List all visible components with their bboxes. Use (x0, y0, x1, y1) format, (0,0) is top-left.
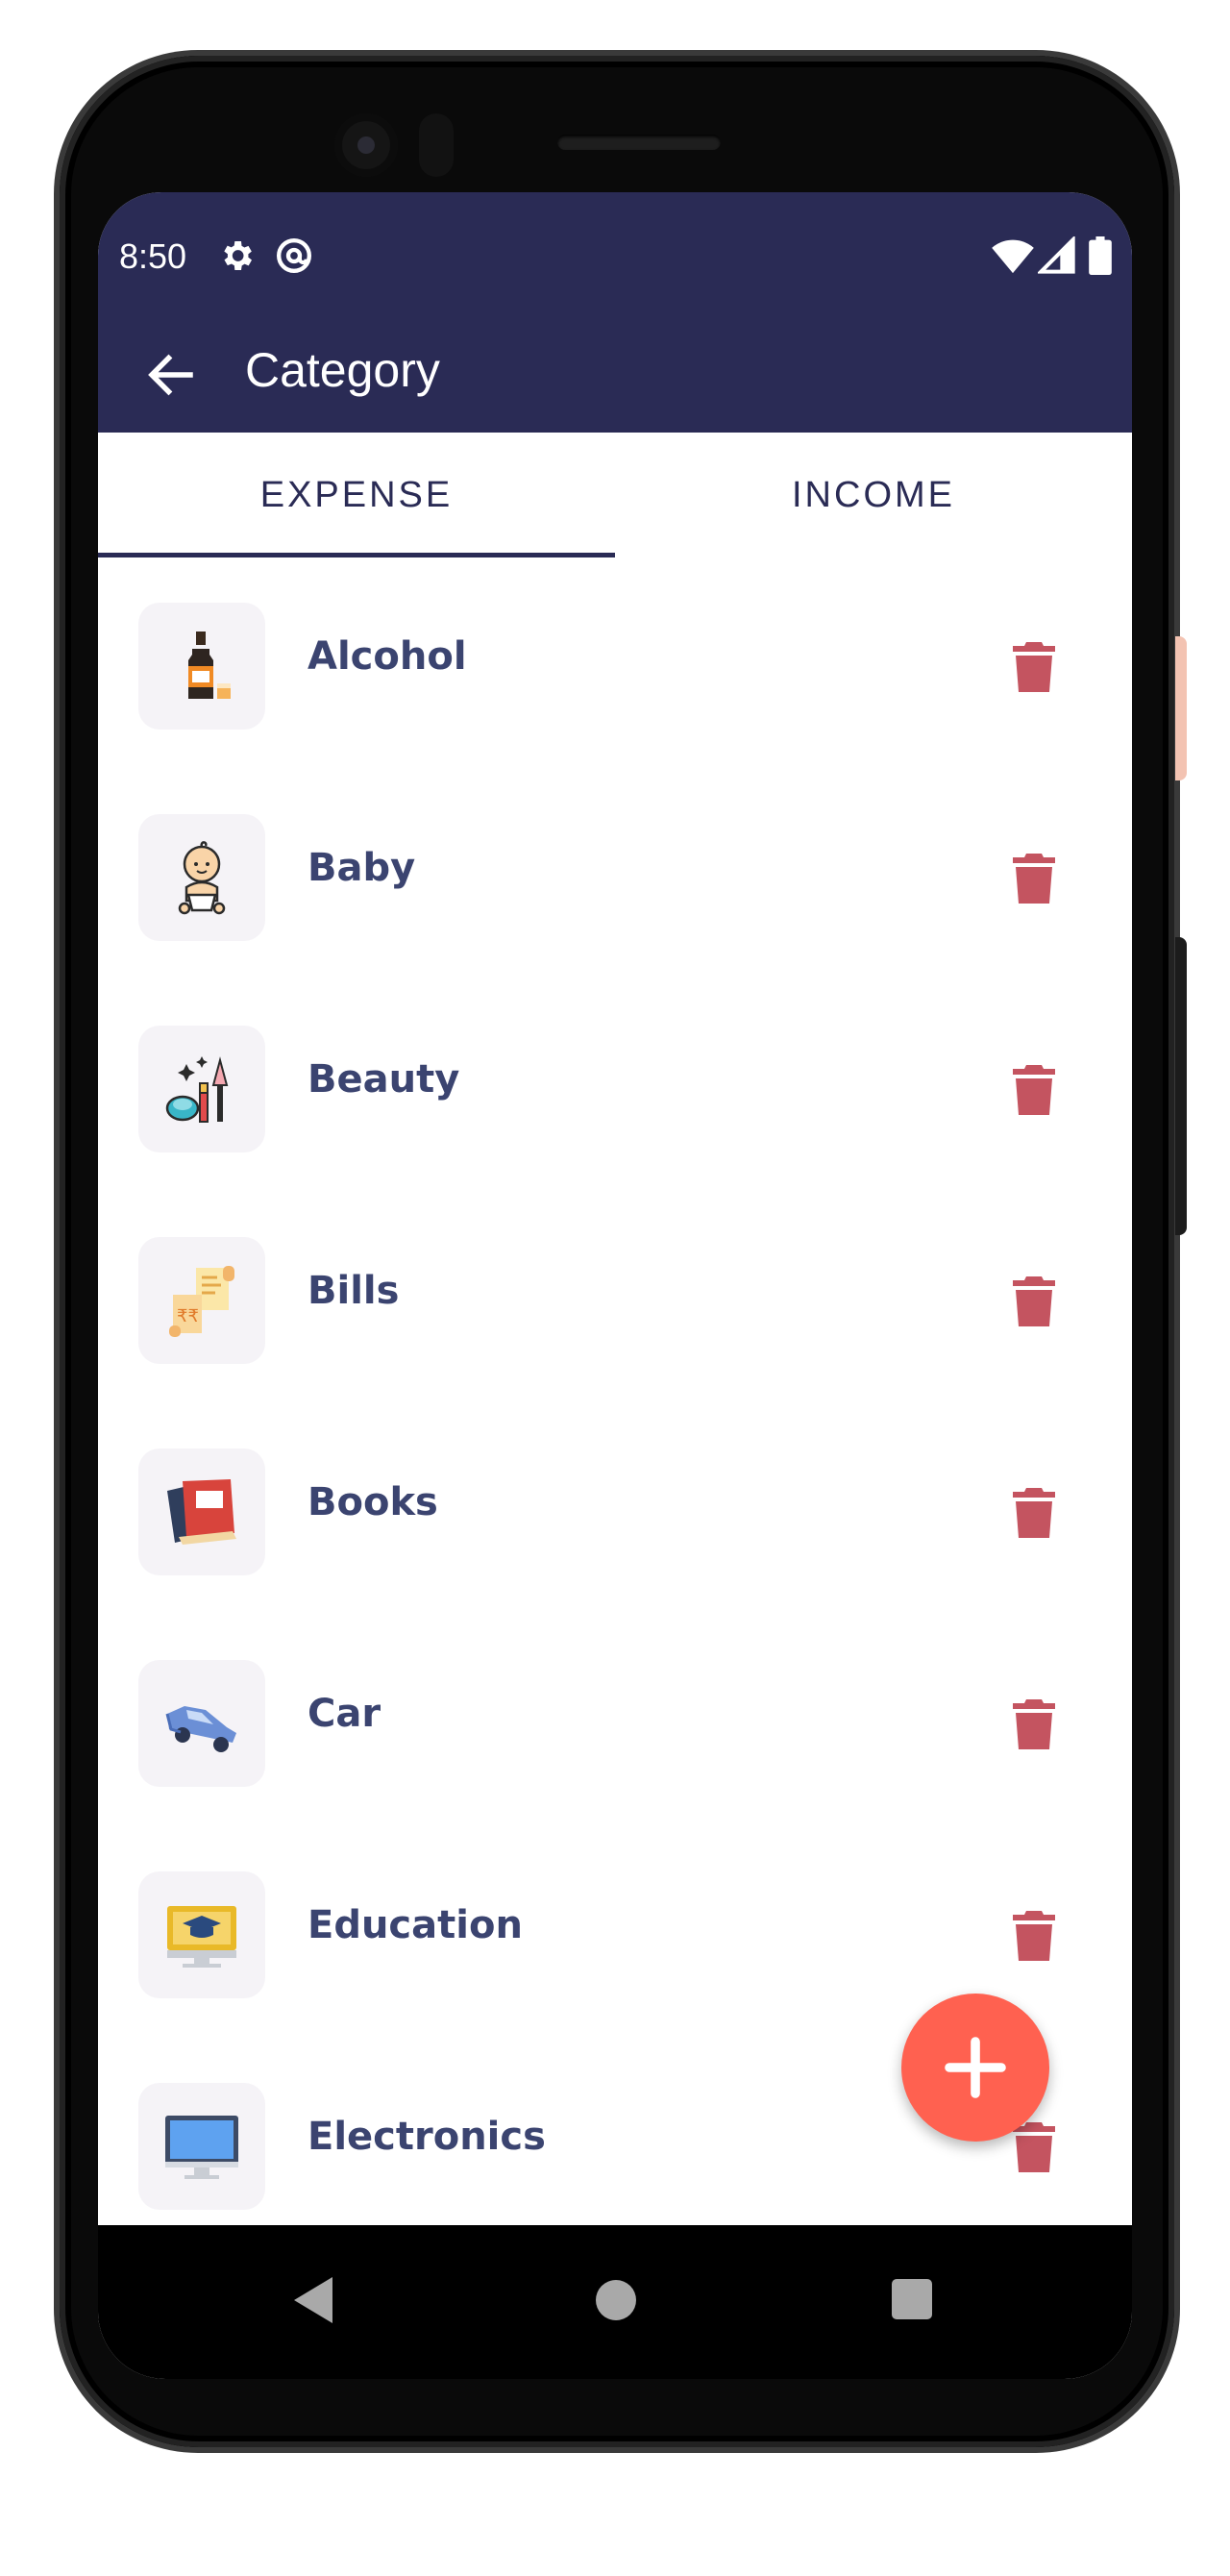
category-name: Baby (308, 846, 416, 890)
list-item[interactable]: Alcohol (98, 557, 1132, 769)
tab-income[interactable]: INCOME (615, 433, 1132, 557)
power-button (1175, 636, 1187, 780)
wifi-icon (992, 239, 1034, 274)
category-icon-tile (138, 1026, 265, 1152)
car-icon (165, 1706, 236, 1752)
bottle-icon (188, 632, 231, 699)
tab-expense[interactable]: EXPENSE (98, 433, 615, 557)
nav-recents-icon[interactable] (892, 2279, 932, 2319)
earpiece-speaker (557, 135, 721, 150)
category-name: Education (308, 1903, 523, 1947)
graduation-laptop-icon (167, 1906, 236, 1968)
arrow-left-icon (148, 354, 193, 396)
nav-back-icon[interactable] (290, 2275, 336, 2325)
system-nav-bar (98, 2225, 1132, 2379)
tab-bar: EXPENSE INCOME (98, 433, 1132, 557)
category-name: Bills (308, 1269, 400, 1313)
back-button[interactable] (142, 346, 200, 404)
book-icon (167, 1479, 236, 1545)
category-icon-tile: ₹₹ (138, 1237, 265, 1364)
category-icon-tile (138, 814, 265, 941)
trash-icon[interactable] (1013, 2122, 1055, 2172)
at-sign-icon (277, 238, 311, 273)
trash-icon[interactable] (1013, 1911, 1055, 1961)
category-icon-tile (138, 1871, 265, 1998)
add-category-button[interactable] (901, 1994, 1049, 2142)
list-item[interactable]: Baby (98, 769, 1132, 980)
cell-signal-icon (1038, 236, 1075, 274)
list-item[interactable]: Beauty (98, 980, 1132, 1192)
category-icon-tile (138, 2083, 265, 2210)
category-name: Beauty (308, 1057, 460, 1102)
category-icon-tile (138, 1660, 265, 1787)
category-name: Alcohol (308, 634, 467, 679)
front-camera (334, 113, 398, 177)
receipt-icon: ₹₹ (169, 1266, 234, 1337)
nav-home-icon[interactable] (596, 2280, 636, 2320)
trash-icon[interactable] (1013, 1699, 1055, 1749)
trash-icon[interactable] (1013, 1065, 1055, 1115)
plus-icon (945, 2037, 1006, 2098)
volume-button (1175, 937, 1187, 1235)
makeup-icon (165, 1056, 229, 1123)
trash-icon[interactable] (1013, 854, 1055, 904)
settings-gear-icon (224, 241, 252, 270)
list-item[interactable]: Car (98, 1615, 1132, 1826)
trash-icon[interactable] (1013, 642, 1055, 692)
category-name: Books (308, 1480, 438, 1524)
proximity-sensor (419, 113, 454, 177)
baby-icon (178, 841, 226, 915)
status-bar: 8:50 (98, 192, 1132, 317)
trash-icon[interactable] (1013, 1488, 1055, 1538)
category-name: Electronics (308, 2115, 546, 2159)
category-icon-tile (138, 1449, 265, 1575)
svg-text:₹₹: ₹₹ (177, 1306, 199, 1326)
battery-icon (1089, 236, 1112, 275)
trash-icon[interactable] (1013, 1276, 1055, 1326)
app-bar: Category (98, 317, 1132, 433)
page-title: Category (245, 343, 440, 397)
screen: 8:50 Category EXPENSE INCOME Alcohol Bab… (98, 192, 1132, 2379)
status-time: 8:50 (119, 236, 187, 276)
list-item[interactable]: Books (98, 1403, 1132, 1615)
category-name: Car (308, 1692, 381, 1736)
list-item[interactable]: ₹₹ Bills (98, 1192, 1132, 1403)
category-icon-tile (138, 603, 265, 730)
monitor-icon (165, 2116, 238, 2179)
